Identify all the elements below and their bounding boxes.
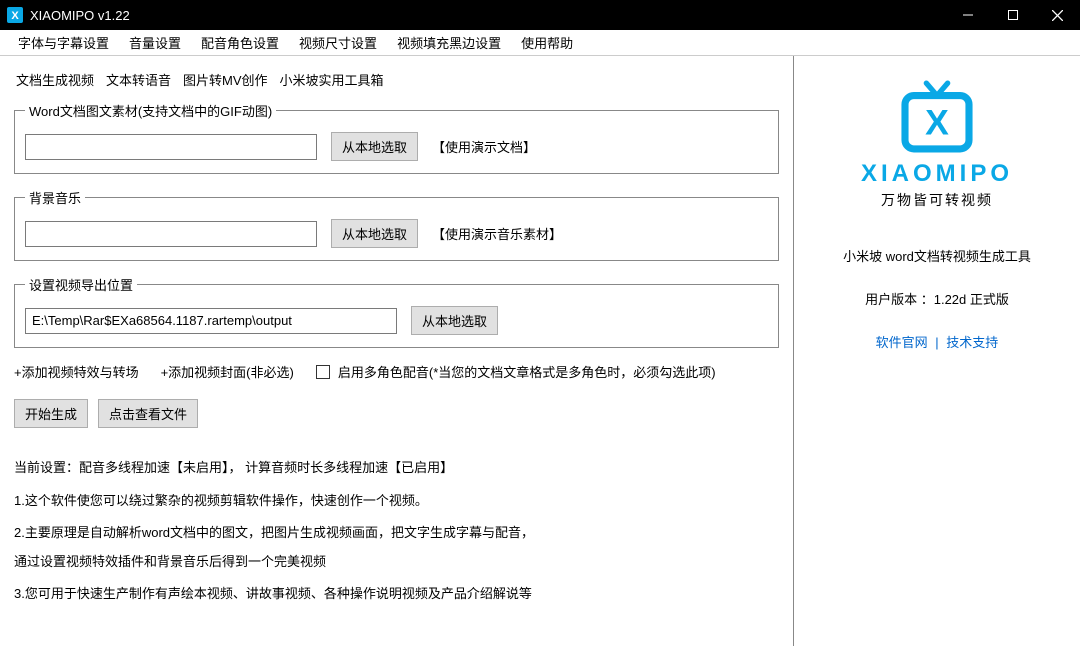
group-output: 设置视频导出位置 从本地选取 [14,275,779,348]
tab-bar: 文档生成视频 文本转语音 图片转MV创作 小米坡实用工具箱 [14,68,779,91]
add-effects-link[interactable]: +添加视频特效与转场 [14,362,139,381]
app-icon: X [6,6,24,24]
tab-doc-to-video[interactable]: 文档生成视频 [14,68,96,91]
titlebar: X XIAOMIPO v1.22 [0,0,1080,30]
official-site-link[interactable]: 软件官网 [876,335,928,350]
group-word-material-legend: Word文档图文素材(支持文档中的GIF动图) [25,101,276,120]
view-file-button[interactable]: 点击查看文件 [98,399,198,428]
minimize-button[interactable] [945,0,990,30]
product-desc: 小米坡 word文档转视频生成工具 [843,246,1031,265]
info-line-3: 3.您可用于快速生产制作有声绘本视频、讲故事视频、各种操作说明视频及产品介绍解说… [14,580,779,609]
svg-text:X: X [925,103,949,143]
generate-button[interactable]: 开始生成 [14,399,88,428]
slogan-text: 万物皆可转视频 [881,190,993,210]
menu-font-subtitle[interactable]: 字体与字幕设置 [8,29,119,56]
info-line-2b: 通过设置视频特效插件和背景音乐后得到一个完美视频 [14,548,779,577]
browse-output-button[interactable]: 从本地选取 [411,306,498,335]
menu-video-size[interactable]: 视频尺寸设置 [289,29,387,56]
bgm-file-input[interactable] [25,221,317,247]
info-block: 当前设置：配音多线程加速【未启用】， 计算音频时长多线程加速【已启用】 1.这个… [14,454,779,609]
side-panel: X XIAOMIPO 万物皆可转视频 小米坡 word文档转视频生成工具 用户版… [794,56,1080,646]
close-button[interactable] [1035,0,1080,30]
group-bgm: 背景音乐 从本地选取 【使用演示音乐素材】 [14,188,779,261]
group-bgm-legend: 背景音乐 [25,188,85,207]
group-word-material: Word文档图文素材(支持文档中的GIF动图) 从本地选取 【使用演示文档】 [14,101,779,174]
menu-help[interactable]: 使用帮助 [511,29,583,56]
info-line-1: 1.这个软件使您可以绕过繁杂的视频剪辑软件操作，快速创作一个视频。 [14,487,779,516]
support-link[interactable]: 技术支持 [946,335,998,350]
group-output-legend: 设置视频导出位置 [25,275,137,294]
logo-box: X XIAOMIPO 万物皆可转视频 [837,68,1037,216]
multirole-checkbox[interactable] [316,365,330,379]
menu-volume[interactable]: 音量设置 [119,29,191,56]
link-separator: | [932,335,943,350]
maximize-button[interactable] [990,0,1035,30]
menu-black-border[interactable]: 视频填充黑边设置 [387,29,511,56]
brand-text: XIAOMIPO [861,160,1013,188]
word-file-input[interactable] [25,134,317,160]
use-demo-doc-link[interactable]: 【使用演示文档】 [432,137,536,156]
logo-icon: X [892,76,982,156]
menubar: 字体与字幕设置 音量设置 配音角色设置 视频尺寸设置 视频填充黑边设置 使用帮助 [0,30,1080,56]
tab-toolbox[interactable]: 小米坡实用工具箱 [278,68,386,91]
version-text: 用户版本 ：1.22d 正式版 [843,289,1031,308]
window-title: XIAOMIPO v1.22 [30,8,945,23]
main-panel: 文档生成视频 文本转语音 图片转MV创作 小米坡实用工具箱 Word文档图文素材… [0,56,794,646]
status-line: 当前设置：配音多线程加速【未启用】， 计算音频时长多线程加速【已启用】 [14,454,779,483]
multirole-label: 启用多角色配音(*当您的文档文章格式是多角色时，必须勾选此项) [338,362,716,381]
browse-word-button[interactable]: 从本地选取 [331,132,418,161]
svg-text:X: X [11,10,19,22]
tab-text-to-speech[interactable]: 文本转语音 [104,68,173,91]
browse-bgm-button[interactable]: 从本地选取 [331,219,418,248]
menu-voice-role[interactable]: 配音角色设置 [191,29,289,56]
use-demo-music-link[interactable]: 【使用演示音乐素材】 [432,224,562,243]
output-path-input[interactable] [25,308,397,334]
info-line-2a: 2.主要原理是自动解析word文档中的图文，把图片生成视频画面，把文字生成字幕与… [14,519,779,548]
tab-image-to-mv[interactable]: 图片转MV创作 [181,68,270,91]
add-cover-link[interactable]: +添加视频封面(非必选) [161,362,294,381]
